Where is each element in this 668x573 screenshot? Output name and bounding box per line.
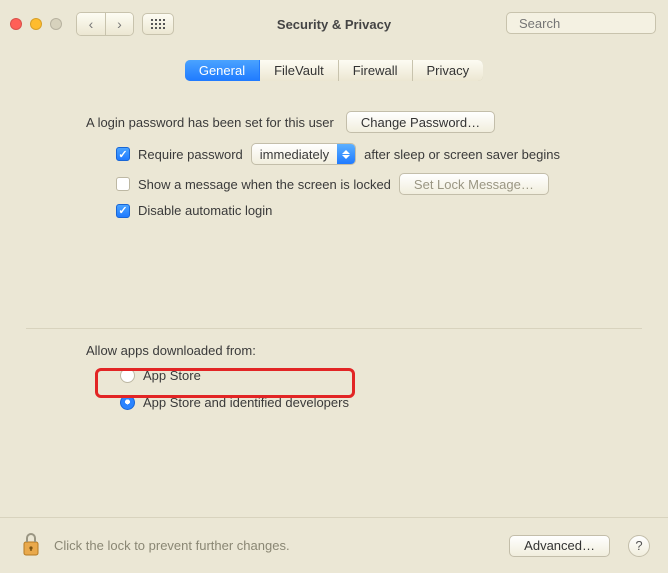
chevron-right-icon: › (117, 17, 122, 31)
radio-app-store[interactable] (120, 368, 135, 383)
footer-bar: Click the lock to prevent further change… (0, 517, 668, 573)
history-nav-group: ‹ › (76, 12, 134, 36)
lock-hint-text: Click the lock to prevent further change… (54, 538, 499, 553)
search-input[interactable] (517, 15, 668, 32)
lock-icon[interactable] (18, 530, 44, 561)
allow-apps-heading: Allow apps downloaded from: (86, 343, 642, 358)
radio-identified-developers-label: App Store and identified developers (143, 395, 349, 410)
close-window-button[interactable] (10, 18, 22, 30)
show-all-button[interactable] (142, 13, 174, 35)
show-lock-message-checkbox[interactable] (116, 177, 130, 191)
general-pane: A login password has been set for this u… (0, 81, 668, 412)
advanced-button[interactable]: Advanced… (509, 535, 610, 557)
allow-apps-app-store[interactable]: App Store (116, 366, 642, 385)
minimize-window-button[interactable] (30, 18, 42, 30)
radio-identified-developers[interactable] (120, 395, 135, 410)
section-divider (26, 328, 642, 329)
popup-stepper-icon (337, 144, 355, 164)
login-password-text: A login password has been set for this u… (86, 115, 334, 130)
allow-apps-identified-developers[interactable]: App Store and identified developers (116, 393, 642, 412)
tab-general[interactable]: General (185, 60, 260, 81)
help-button[interactable]: ? (628, 535, 650, 557)
change-password-button[interactable]: Change Password… (346, 111, 495, 133)
disable-auto-login-checkbox[interactable] (116, 204, 130, 218)
tab-privacy[interactable]: Privacy (413, 60, 484, 81)
tab-firewall[interactable]: Firewall (339, 60, 413, 81)
after-sleep-text: after sleep or screen saver begins (364, 147, 560, 162)
chevron-left-icon: ‹ (89, 17, 94, 31)
window-controls (10, 18, 62, 30)
require-password-checkbox[interactable] (116, 147, 130, 161)
search-field[interactable] (506, 12, 656, 34)
zoom-window-button[interactable] (50, 18, 62, 30)
disable-auto-login-label: Disable automatic login (138, 203, 272, 218)
show-lock-message-label: Show a message when the screen is locked (138, 177, 391, 192)
set-lock-message-button[interactable]: Set Lock Message… (399, 173, 549, 195)
tab-filevault[interactable]: FileVault (260, 60, 339, 81)
require-password-delay-popup[interactable]: immediately (251, 143, 356, 165)
grid-icon (151, 19, 165, 29)
window-titlebar: ‹ › Security & Privacy (0, 0, 668, 48)
require-password-delay-value: immediately (252, 147, 337, 162)
radio-app-store-label: App Store (143, 368, 201, 383)
tab-bar: General FileVault Firewall Privacy (0, 60, 668, 81)
forward-button[interactable]: › (105, 13, 133, 35)
back-button[interactable]: ‹ (77, 13, 105, 35)
require-password-label: Require password (138, 147, 243, 162)
